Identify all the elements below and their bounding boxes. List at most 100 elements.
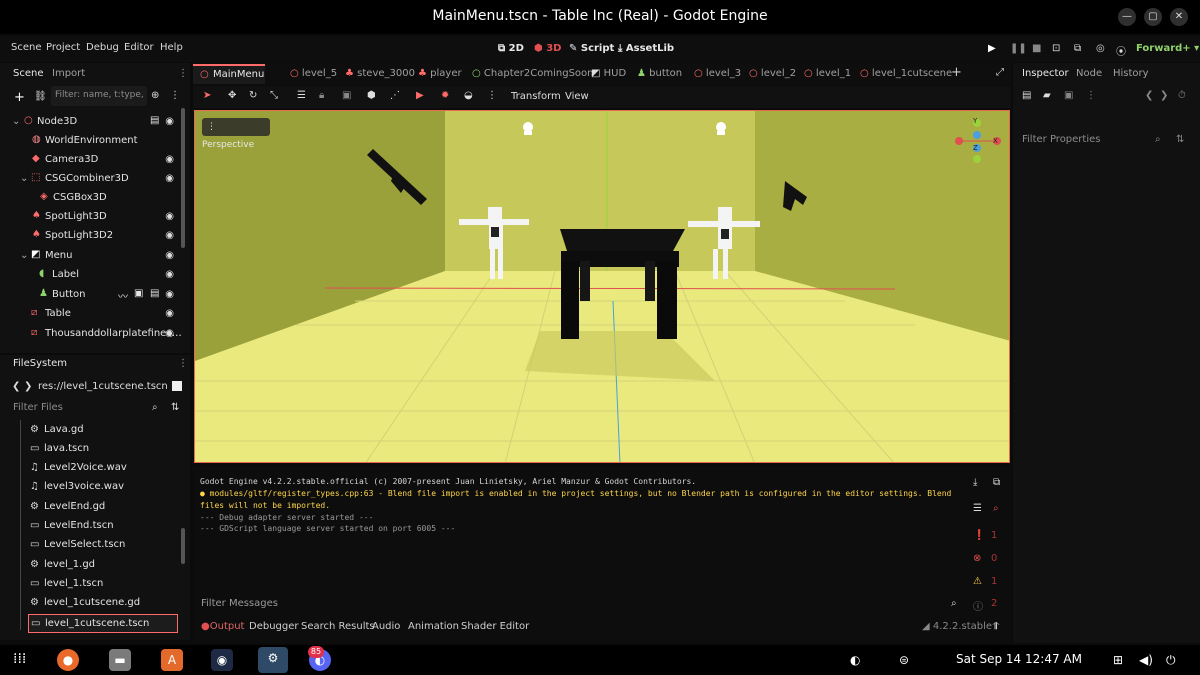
tab-button[interactable]: ♟ button: [637, 68, 682, 79]
link-icon[interactable]: ⛓: [34, 91, 47, 102]
visibility-icon[interactable]: ◉: [165, 308, 174, 319]
play-icon[interactable]: ▶: [988, 43, 996, 54]
close-icon[interactable]: ✕: [1170, 8, 1188, 26]
warning-filter-icon[interactable]: ⚠: [973, 576, 982, 587]
tab-player[interactable]: ♣ player: [418, 68, 462, 79]
script-icon[interactable]: ▤: [150, 288, 159, 299]
transform-menu[interactable]: Transform: [511, 91, 561, 102]
view-menu[interactable]: View: [565, 91, 589, 102]
add-tab-icon[interactable]: +: [951, 65, 962, 80]
visibility-icon[interactable]: ◉: [165, 230, 174, 241]
move-tool-icon[interactable]: ✥: [228, 90, 236, 101]
file-row-selected[interactable]: ▭ level_1cutscene.tscn: [28, 614, 178, 633]
visibility-icon[interactable]: ◉: [165, 328, 174, 339]
volume-icon[interactable]: ◀): [1139, 653, 1153, 667]
tree-row[interactable]: ◖ Label ◉: [0, 266, 180, 285]
fs-filter-input[interactable]: Filter Files: [13, 402, 63, 413]
local-space-icon[interactable]: ⬢: [367, 90, 376, 101]
firefox-icon[interactable]: ●: [57, 649, 79, 671]
visibility-icon[interactable]: ◉: [165, 116, 174, 127]
lock-icon[interactable]: 🔒︎: [319, 90, 324, 101]
play-custom-icon[interactable]: ⧉: [1074, 43, 1081, 54]
tab-audio[interactable]: Audio: [372, 621, 400, 632]
history-forward-icon[interactable]: ❯: [1160, 90, 1168, 101]
list-select-icon[interactable]: ☰: [297, 90, 306, 101]
tab-level-1[interactable]: ○ level_1: [804, 68, 851, 79]
file-row[interactable]: ▭ level_1.tscn: [0, 575, 180, 594]
dock-menu-icon[interactable]: ⋮: [178, 358, 188, 369]
tab-mainmenu[interactable]: ○ MainMenu: [193, 64, 265, 84]
menu-debug[interactable]: Debug: [86, 42, 119, 53]
visibility-icon[interactable]: ◉: [165, 154, 174, 165]
play-scene-icon[interactable]: ⊡: [1052, 43, 1060, 54]
tree-row[interactable]: ◈ CSGBox3D: [0, 189, 180, 208]
menu-project[interactable]: Project: [46, 42, 80, 53]
software-store-icon[interactable]: A: [161, 649, 183, 671]
history-back-icon[interactable]: ❮: [1145, 90, 1153, 101]
group-icon[interactable]: ▣: [342, 90, 351, 101]
remote-icon[interactable]: ⦿: [1116, 43, 1126, 58]
tab-steve-3000[interactable]: ♣ steve_3000: [345, 68, 415, 79]
files-icon[interactable]: ▬: [109, 649, 131, 671]
visibility-icon[interactable]: ◉: [165, 173, 174, 184]
search-icon[interactable]: ⌕: [993, 503, 999, 514]
discord-tray-icon[interactable]: ◐: [850, 653, 860, 667]
tree-row[interactable]: ◆ Camera3D ◉: [0, 151, 180, 170]
tree-menu-icon[interactable]: ⋮: [170, 90, 180, 101]
file-row[interactable]: ⚙ level_1.gd: [0, 556, 180, 575]
tree-row[interactable]: ◍ WorldEnvironment: [0, 132, 180, 151]
rotate-tool-icon[interactable]: ↻: [249, 90, 257, 101]
sort-icon[interactable]: ⇅: [171, 402, 179, 413]
error-filter-icon[interactable]: ⊗: [973, 553, 981, 564]
tab-chapter2[interactable]: ○ Chapter2ComingSoon: [472, 68, 594, 79]
file-row[interactable]: ▭ LevelEnd.tscn: [0, 517, 180, 536]
info-filter-icon[interactable]: ⓘ: [973, 598, 983, 613]
scale-tool-icon[interactable]: ⤡: [270, 90, 278, 101]
tab-level-1cutscene[interactable]: ○ level_1cutscene: [860, 68, 952, 79]
fs-scrollbar[interactable]: [181, 528, 185, 564]
menu-help[interactable]: Help: [160, 42, 183, 53]
scene-scrollbar[interactable]: [181, 108, 185, 248]
open-folder-icon[interactable]: ▰: [1043, 90, 1051, 101]
tab-history[interactable]: History: [1113, 68, 1149, 79]
more-icon[interactable]: ⋮: [1086, 90, 1096, 101]
tab-import[interactable]: Import: [52, 68, 85, 79]
visibility-icon[interactable]: ◉: [165, 269, 174, 280]
network-icon[interactable]: ⊞: [1113, 653, 1123, 667]
tree-row[interactable]: ⌄ ⬚ CSGCombiner3D ◉: [0, 170, 180, 189]
copy-icon[interactable]: ⧉: [993, 477, 1000, 488]
camera-preview-icon[interactable]: ▶: [416, 90, 424, 101]
file-row[interactable]: ♫ level3voice.wav: [0, 478, 180, 497]
tab-inspector[interactable]: Inspector: [1022, 68, 1069, 79]
tree-row[interactable]: ⌄ ○ Node3D ▤ ◉: [0, 113, 180, 132]
file-row[interactable]: ▭ lava.tscn: [0, 440, 180, 459]
viewport-3d[interactable]: ⋮ Perspective Y X Z: [194, 110, 1010, 463]
signal-icon[interactable]: 〰: [118, 288, 128, 303]
settings-icon[interactable]: ⇅: [1176, 134, 1184, 145]
tab-level-2[interactable]: ○ level_2: [749, 68, 796, 79]
minimize-icon[interactable]: —: [1118, 8, 1136, 26]
pin-panel-icon[interactable]: ⥣: [992, 621, 999, 632]
snap-icon[interactable]: ⋰: [390, 90, 400, 101]
app-grid-icon[interactable]: ⁞⁞⁞: [13, 651, 26, 667]
tab-debugger[interactable]: Debugger: [249, 621, 299, 632]
search-icon[interactable]: ⌕: [152, 402, 158, 413]
visibility-icon[interactable]: ◉: [165, 289, 174, 300]
tree-row[interactable]: ♠ SpotLight3D2 ◉: [0, 227, 180, 246]
tab-level-5[interactable]: ○ level_5: [290, 68, 337, 79]
file-row[interactable]: ▭ LevelSelect.tscn: [0, 536, 180, 555]
visibility-icon[interactable]: ◉: [165, 250, 174, 261]
tab-output[interactable]: ●Output: [201, 621, 244, 632]
back-icon[interactable]: ❮: [12, 381, 20, 392]
dock-menu-icon[interactable]: ⋮: [178, 68, 188, 79]
file-row[interactable]: ⚙ Lava.gd: [0, 421, 180, 440]
mode-3d-button[interactable]: ⬢ 3D: [534, 43, 561, 54]
gamepad-icon[interactable]: ⊜: [899, 653, 909, 667]
mode-assetlib-button[interactable]: ⤓ AssetLib: [618, 43, 674, 54]
tree-row[interactable]: ♟ Button 〰 ▣ ▤ ◉: [0, 286, 180, 305]
tab-animation[interactable]: Animation: [408, 621, 459, 632]
stop-icon[interactable]: ■: [1032, 43, 1041, 54]
file-row[interactable]: ⚙ level_1cutscene.gd: [0, 594, 180, 613]
tab-shader-editor[interactable]: Shader Editor: [461, 621, 529, 632]
filter-messages-input[interactable]: Filter Messages: [201, 598, 278, 609]
